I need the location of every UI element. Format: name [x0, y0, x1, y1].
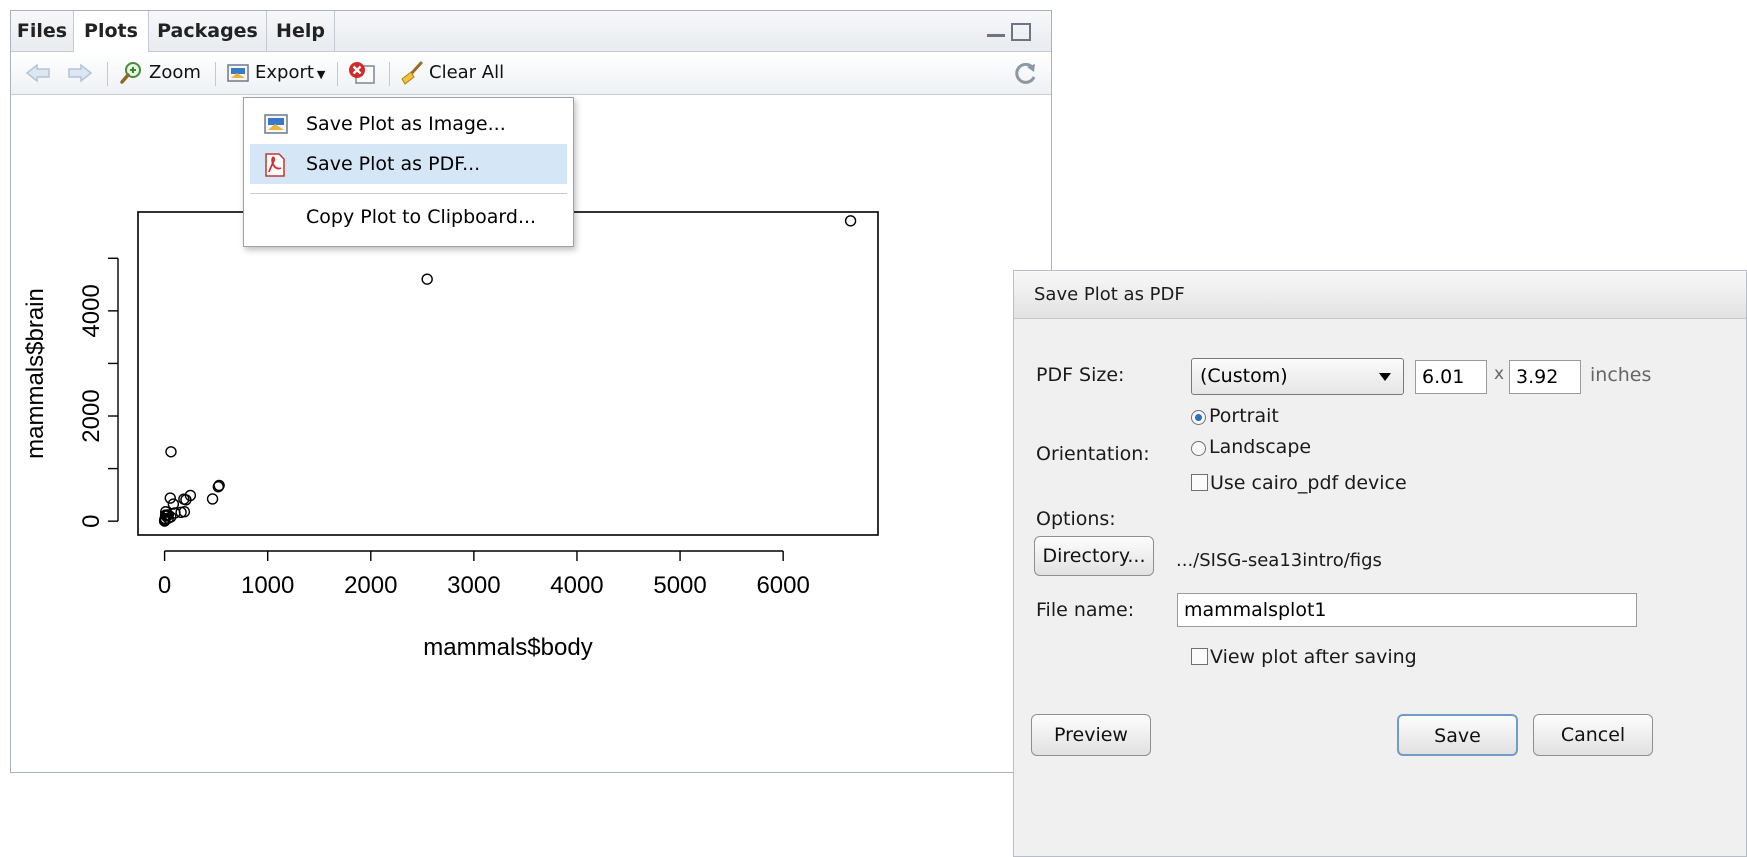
broom-icon [401, 61, 423, 85]
x-axis-label: mammals$body [423, 634, 592, 661]
save-pdf-dialog: Save Plot as PDF PDF Size: (Custom) 6.01… [1013, 270, 1747, 857]
pdf-size-select[interactable]: (Custom) [1191, 358, 1404, 395]
dialog-title: Save Plot as PDF [1014, 271, 1746, 319]
plot-frame [137, 211, 879, 536]
portrait-radio[interactable] [1191, 410, 1206, 425]
width-input[interactable]: 6.01 [1415, 360, 1487, 394]
menu-item-copy-clipboard[interactable]: Copy Plot to Clipboard... [250, 197, 567, 237]
data-point [421, 273, 433, 285]
y-axis-label: mammals$brain [22, 288, 49, 459]
landscape-label[interactable]: Landscape [1209, 436, 1311, 458]
units-label: inches [1590, 364, 1652, 386]
remove-plot-button[interactable] [347, 52, 377, 94]
refresh-icon [1015, 62, 1036, 84]
toolbar-separator [107, 62, 108, 86]
back-button[interactable] [25, 52, 51, 94]
plot-toolbar: Zoom Export ▼ Clear All [11, 52, 1051, 95]
menu-item-save-pdf[interactable]: Save Plot as PDF... [250, 144, 567, 184]
cairo-label[interactable]: Use cairo_pdf device [1210, 472, 1407, 494]
toolbar-separator [337, 62, 338, 86]
tab-files[interactable]: Files [11, 11, 74, 51]
directory-button[interactable]: Directory... [1034, 536, 1154, 576]
y-tick-label: 4000 [78, 284, 105, 337]
data-point [164, 492, 176, 504]
pdf-size-value: (Custom) [1200, 365, 1288, 387]
minimize-icon[interactable] [987, 23, 1005, 37]
x-tick-label: 1000 [241, 572, 294, 599]
x-tick-label: 5000 [653, 572, 706, 599]
maximize-icon[interactable] [1011, 23, 1031, 41]
dropdown-arrow-icon: ▼ [316, 68, 326, 81]
remove-plot-icon [349, 62, 375, 84]
cairo-checkbox[interactable] [1191, 474, 1208, 491]
menu-separator [250, 193, 567, 194]
toolbar-separator [389, 62, 390, 86]
zoom-button[interactable]: Zoom [119, 52, 201, 94]
x-tick-label: 4000 [550, 572, 603, 599]
cancel-button[interactable]: Cancel [1533, 714, 1653, 756]
tab-plots[interactable]: Plots [74, 11, 149, 52]
tab-bar: Files Plots Packages Help [11, 11, 1051, 52]
export-button[interactable]: Export ▼ [227, 52, 325, 94]
dimension-separator: x [1494, 364, 1505, 384]
y-tick-label: 0 [78, 514, 105, 527]
toolbar-separator [215, 62, 216, 86]
menu-item-save-image[interactable]: Save Plot as Image... [250, 104, 567, 144]
zoom-icon [120, 62, 141, 84]
pdf-size-label: PDF Size: [1036, 364, 1125, 386]
clear-all-button[interactable]: Clear All [399, 52, 504, 94]
menu-item-label: Save Plot as Image... [306, 113, 506, 135]
orientation-label: Orientation: [1036, 443, 1150, 465]
file-name-input[interactable]: mammalsplot1 [1177, 593, 1637, 627]
forward-button[interactable] [67, 52, 93, 94]
pdf-icon [265, 153, 285, 177]
x-tick-label: 6000 [756, 572, 809, 599]
x-tick-label: 3000 [447, 572, 500, 599]
tab-help[interactable]: Help [267, 11, 335, 51]
image-icon [264, 114, 288, 134]
data-point [844, 215, 857, 227]
tab-packages[interactable]: Packages [149, 11, 267, 51]
refresh-button[interactable] [1013, 52, 1039, 94]
arrow-left-icon [25, 63, 50, 83]
export-label: Export [255, 62, 314, 83]
save-button[interactable]: Save [1397, 714, 1518, 756]
chevron-down-icon [1379, 373, 1391, 381]
landscape-radio[interactable] [1191, 441, 1206, 456]
y-tick-label: 2000 [78, 389, 105, 442]
data-point [206, 493, 219, 505]
directory-path: .../SISG-sea13intro/figs [1176, 550, 1382, 571]
export-menu: Save Plot as Image... Save Plot as PDF..… [243, 97, 574, 247]
x-tick-label: 2000 [344, 572, 397, 599]
view-after-label[interactable]: View plot after saving [1210, 646, 1417, 668]
data-point [165, 446, 177, 458]
arrow-right-icon [68, 63, 93, 83]
preview-button[interactable]: Preview [1031, 714, 1151, 756]
portrait-label[interactable]: Portrait [1209, 405, 1279, 427]
zoom-label: Zoom [149, 62, 201, 83]
options-label: Options: [1036, 508, 1116, 530]
menu-item-label: Copy Plot to Clipboard... [306, 206, 537, 228]
menu-item-label: Save Plot as PDF... [306, 153, 481, 175]
height-input[interactable]: 3.92 [1509, 360, 1581, 394]
file-name-label: File name: [1036, 599, 1135, 621]
clear-all-label: Clear All [429, 62, 505, 83]
view-after-checkbox[interactable] [1191, 648, 1208, 665]
x-tick-label: 0 [158, 572, 171, 599]
export-image-icon [227, 64, 249, 82]
